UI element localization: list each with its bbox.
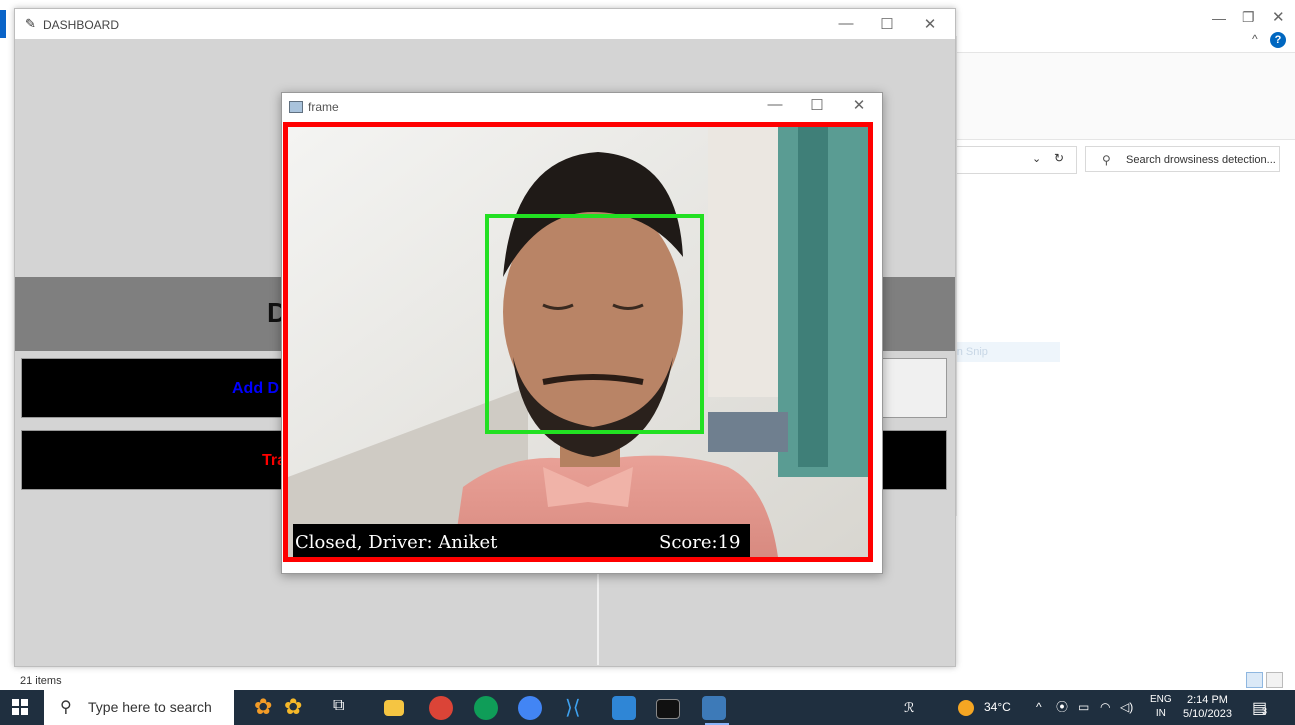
help-icon[interactable]: ? [1270, 32, 1286, 48]
chevron-up-icon[interactable]: ^ [1252, 32, 1258, 46]
notification-count: 3 [1262, 706, 1268, 716]
windows-start-icon[interactable] [12, 699, 28, 715]
dashboard-title: DASHBOARD [43, 18, 120, 32]
window-icon [289, 101, 303, 113]
maximize-icon[interactable]: ☐ [872, 15, 902, 33]
detection-status: Closed, Driver: Aniket [295, 532, 498, 553]
explorer-side-accent [0, 10, 6, 38]
explorer-search-input[interactable]: ⚲ Search drowsiness detection... [1085, 146, 1280, 172]
large-icons-view-icon[interactable] [1266, 672, 1283, 688]
flowers-widget-icon[interactable]: ✿ ✿ [250, 694, 322, 722]
explorer-status-bar: 21 items [0, 672, 1295, 690]
weather-sun-icon[interactable] [958, 700, 974, 716]
language-indicator[interactable]: ENG IN [1150, 693, 1172, 721]
search-icon: ⚲ [1102, 153, 1111, 167]
people-icon[interactable]: ℛ [904, 690, 914, 725]
taskbar-clock[interactable]: 2:14 PM 5/10/2023 [1183, 693, 1232, 721]
clock-time: 2:14 PM [1186, 694, 1228, 706]
door-frame [708, 127, 788, 397]
item-count: 21 items [20, 675, 62, 687]
details-view-icon[interactable] [1246, 672, 1263, 688]
explorer-ribbon [955, 52, 1295, 140]
refresh-icon[interactable]: ↻ [1054, 151, 1064, 165]
wifi-icon[interactable]: ◠ [1100, 690, 1110, 725]
minimize-icon[interactable]: — [760, 96, 790, 113]
python-icon[interactable] [702, 696, 726, 720]
close-icon[interactable]: ✕ [1272, 8, 1285, 26]
volume-icon[interactable]: ◁) [1120, 690, 1133, 725]
lang-code: ENG [1150, 694, 1172, 705]
close-icon[interactable]: ✕ [915, 15, 945, 33]
frame-window: frame — ☐ ✕ Closed, Driver: Aniket Score… [281, 92, 883, 574]
taskbar: ⚲ Type here to search ✿ ✿ ⧉ ⟩⟨ ℛ 34°C ^ … [0, 690, 1295, 725]
right-panel-light [881, 358, 947, 418]
camera-feed: Closed, Driver: Aniket Score:19 [283, 122, 873, 562]
frame-titlebar[interactable]: frame — ☐ ✕ [282, 93, 882, 121]
curtain-fold [798, 127, 828, 467]
maximize-icon[interactable]: ☐ [802, 96, 832, 114]
add-driver-label: Add D [232, 380, 280, 397]
drowsiness-score: Score:19 [659, 532, 741, 553]
camera-image [288, 127, 868, 557]
taskbar-search-placeholder: Type here to search [88, 699, 212, 715]
notification-center-icon[interactable]: ▤ 3 [1252, 698, 1272, 717]
photos-icon[interactable] [612, 696, 636, 720]
detection-overlay-bar: Closed, Driver: Aniket Score:19 [293, 524, 750, 557]
task-view-icon[interactable]: ⧉ [333, 697, 344, 715]
lang-region: IN [1155, 708, 1166, 719]
frame-title: frame [308, 100, 339, 114]
taskbar-search-input[interactable]: ⚲ Type here to search [44, 690, 234, 725]
minimize-icon[interactable]: — [831, 15, 861, 32]
close-icon[interactable]: ✕ [844, 96, 874, 114]
restore-icon[interactable]: ❐ [1242, 9, 1255, 26]
terminal-icon[interactable] [656, 699, 680, 719]
address-bar[interactable]: ⌄ ↻ [955, 146, 1077, 174]
meet-icon[interactable]: ⦿ [1056, 690, 1068, 725]
dashboard-titlebar[interactable]: ✎ DASHBOARD — ☐ ✕ [15, 9, 955, 39]
clock-date: 5/10/2023 [1183, 708, 1232, 720]
explorer-search-placeholder: Search drowsiness detection... [1126, 154, 1276, 166]
chrome-profile-icon[interactable] [474, 696, 498, 720]
chrome-icon[interactable] [429, 696, 453, 720]
chevron-down-icon[interactable]: ⌄ [1032, 152, 1041, 165]
minimize-icon[interactable]: — [1212, 10, 1226, 26]
battery-icon[interactable]: ▭ [1078, 690, 1089, 725]
chrome-alt-icon[interactable] [518, 696, 542, 720]
feather-icon: ✎ [25, 16, 36, 31]
search-icon: ⚲ [60, 699, 72, 716]
file-explorer-icon[interactable] [384, 700, 404, 716]
table-shadow [708, 412, 788, 452]
chevron-up-icon[interactable]: ^ [1036, 690, 1042, 725]
vscode-icon[interactable]: ⟩⟨ [565, 695, 581, 720]
temperature[interactable]: 34°C [984, 690, 1011, 725]
explorer-window-controls: — ❐ ✕ [1202, 6, 1292, 30]
